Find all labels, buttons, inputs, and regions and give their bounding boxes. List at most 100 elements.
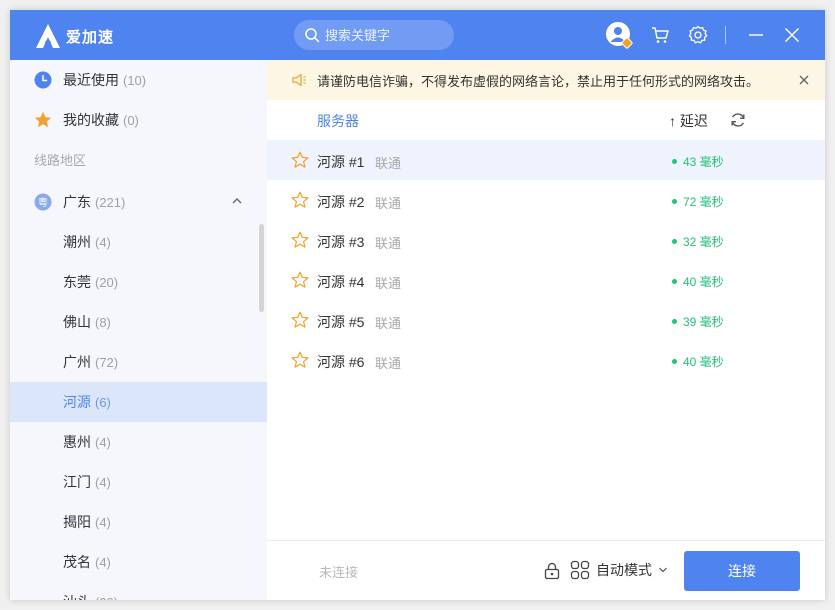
mode-label: 自动模式 [596,562,652,578]
server-row[interactable]: 河源 #3 联通 32 毫秒 [267,220,825,260]
item-count: (4) [95,235,111,250]
clock-icon [34,71,52,89]
lock-icon[interactable] [543,562,561,580]
sidebar-item-label: 河源 (6) [63,394,111,410]
connection-status: 未连接 [319,565,359,580]
item-count: (4) [95,515,111,530]
sidebar-item-label: 东莞 (20) [63,274,119,290]
item-count: (72) [95,355,119,370]
server-isp: 联通 [375,156,402,171]
status-dot [672,359,677,364]
title-bar: 爱加速 [10,10,825,60]
chevron-up-icon[interactable] [231,195,243,207]
server-isp: 联通 [375,196,402,211]
status-dot [672,279,677,284]
latency-value: 32 毫秒 [683,235,724,249]
server-latency: 39 毫秒 [672,313,724,330]
server-name: 河源 #1 [317,154,365,170]
star-outline-icon[interactable] [291,191,309,209]
server-row[interactable]: 河源 #2 联通 72 毫秒 [267,180,825,220]
sidebar-item-label: 我的收藏 (0) [63,112,139,128]
sidebar-item-city[interactable]: 潮州 (4) [10,222,267,262]
server-list-header: 服务器 ↑ 延迟 [267,100,825,140]
close-icon [785,28,799,42]
sidebar-item-label: 潮州 (4) [63,234,111,250]
sidebar-item-label: 惠州 (4) [63,434,111,450]
star-outline-icon[interactable] [291,311,309,329]
sidebar-item-recent[interactable]: 最近使用 (10) [10,60,267,100]
status-dot [672,239,677,244]
star-outline-icon[interactable] [291,231,309,249]
item-count: (8) [95,315,111,330]
sidebar-item-city[interactable]: 惠州 (4) [10,422,267,462]
column-server[interactable]: 服务器 [317,111,359,131]
notice-text: 请谨防电信诈骗，不得发布虚假的网络言论，禁止用于任何形式的网络攻击。 [317,73,760,89]
grid-icon [570,560,590,580]
star-outline-icon[interactable] [291,151,309,169]
sidebar-item-city[interactable]: 河源 (6) [10,382,267,422]
item-count: (221) [95,195,126,210]
sidebar-item-label: 广东 (221) [63,194,126,210]
latency-value: 39 毫秒 [683,315,724,329]
server-row[interactable]: 河源 #4 联通 40 毫秒 [267,260,825,300]
minimize-icon [749,34,763,36]
server-row[interactable]: 河源 #6 联通 40 毫秒 [267,340,825,380]
sidebar-item-label: 揭阳 (4) [63,514,111,530]
server-name: 河源 #6 [317,354,365,370]
connect-button[interactable]: 连接 [684,551,800,591]
sidebar-item-city[interactable]: 汕头(20) [10,582,267,600]
svg-text:粤: 粤 [38,196,48,209]
mode-selector[interactable]: 自动模式 [570,560,668,580]
sidebar-item-province[interactable]: 粤 广东 (221) [10,182,267,222]
server-row[interactable]: 河源 #5 联通 39 毫秒 [267,300,825,340]
avatar-icon[interactable] [605,21,633,49]
section-title: 线路地区 [34,153,87,168]
speaker-icon [292,73,306,87]
star-outline-icon[interactable] [291,271,309,289]
item-count: (6) [95,395,111,410]
sidebar-item-label: 茂名 (4) [63,554,111,570]
item-count: (10) [123,73,147,88]
minimize-button[interactable] [744,23,768,47]
chevron-down-icon [659,567,667,573]
search-input[interactable] [325,27,445,43]
column-latency-sort[interactable]: ↑ 延迟 [669,111,708,131]
close-button[interactable] [780,23,804,47]
sidebar-item-city[interactable]: 江门 (4) [10,462,267,502]
server-isp: 联通 [375,276,402,291]
search-box[interactable] [294,20,454,50]
settings-button[interactable] [686,23,710,47]
latency-value: 40 毫秒 [683,355,724,369]
sidebar: 最近使用 (10) 我的收藏 (0) 线路地区 粤 广东 (221) 潮州 (4) 东莞(… [10,60,267,600]
sidebar-item-city[interactable]: 揭阳 (4) [10,502,267,542]
item-count: (4) [95,435,111,450]
server-name: 河源 #4 [317,274,365,290]
sidebar-scrollbar[interactable] [259,224,264,312]
item-count: (20) [95,275,119,290]
server-latency: 32 毫秒 [672,233,724,250]
server-latency: 72 毫秒 [672,193,724,210]
server-isp: 联通 [375,316,402,331]
title-divider [725,26,726,44]
sidebar-item-favorites[interactable]: 我的收藏 (0) [10,100,267,140]
star-icon [34,111,52,128]
sidebar-item-city[interactable]: 茂名 (4) [10,542,267,582]
sidebar-item-label: 汕头(20) [63,592,118,600]
item-count: (20) [95,595,118,600]
item-count: (4) [95,475,111,490]
app-logo: 爱加速 [34,22,114,50]
sidebar-item-label: 最近使用 (10) [63,72,147,88]
star-outline-icon[interactable] [291,351,309,369]
app-name: 爱加速 [66,28,115,46]
refresh-icon[interactable] [730,112,746,128]
cart-button[interactable] [648,23,672,47]
server-row[interactable]: 河源 #1 联通 43 毫秒 [267,140,825,180]
server-name: 河源 #5 [317,314,365,330]
sidebar-item-city[interactable]: 佛山 (8) [10,302,267,342]
server-latency: 40 毫秒 [672,273,724,290]
sidebar-item-city[interactable]: 广州 (72) [10,342,267,382]
gear-icon [688,25,708,44]
sidebar-item-city[interactable]: 东莞 (20) [10,262,267,302]
sidebar-item-label: 佛山 (8) [63,314,111,330]
notice-close-icon[interactable] [797,73,811,87]
